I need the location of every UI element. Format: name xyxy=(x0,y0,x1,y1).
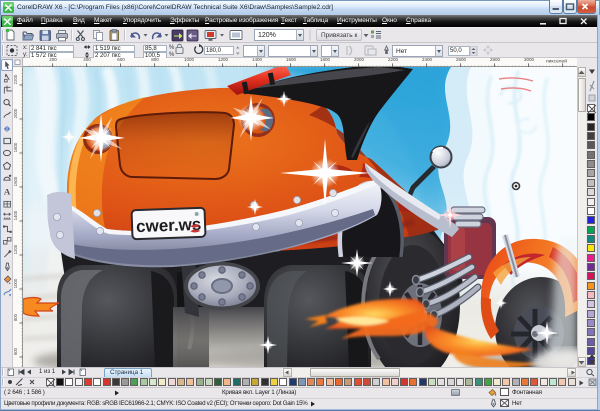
svg-text:A: A xyxy=(4,187,11,197)
